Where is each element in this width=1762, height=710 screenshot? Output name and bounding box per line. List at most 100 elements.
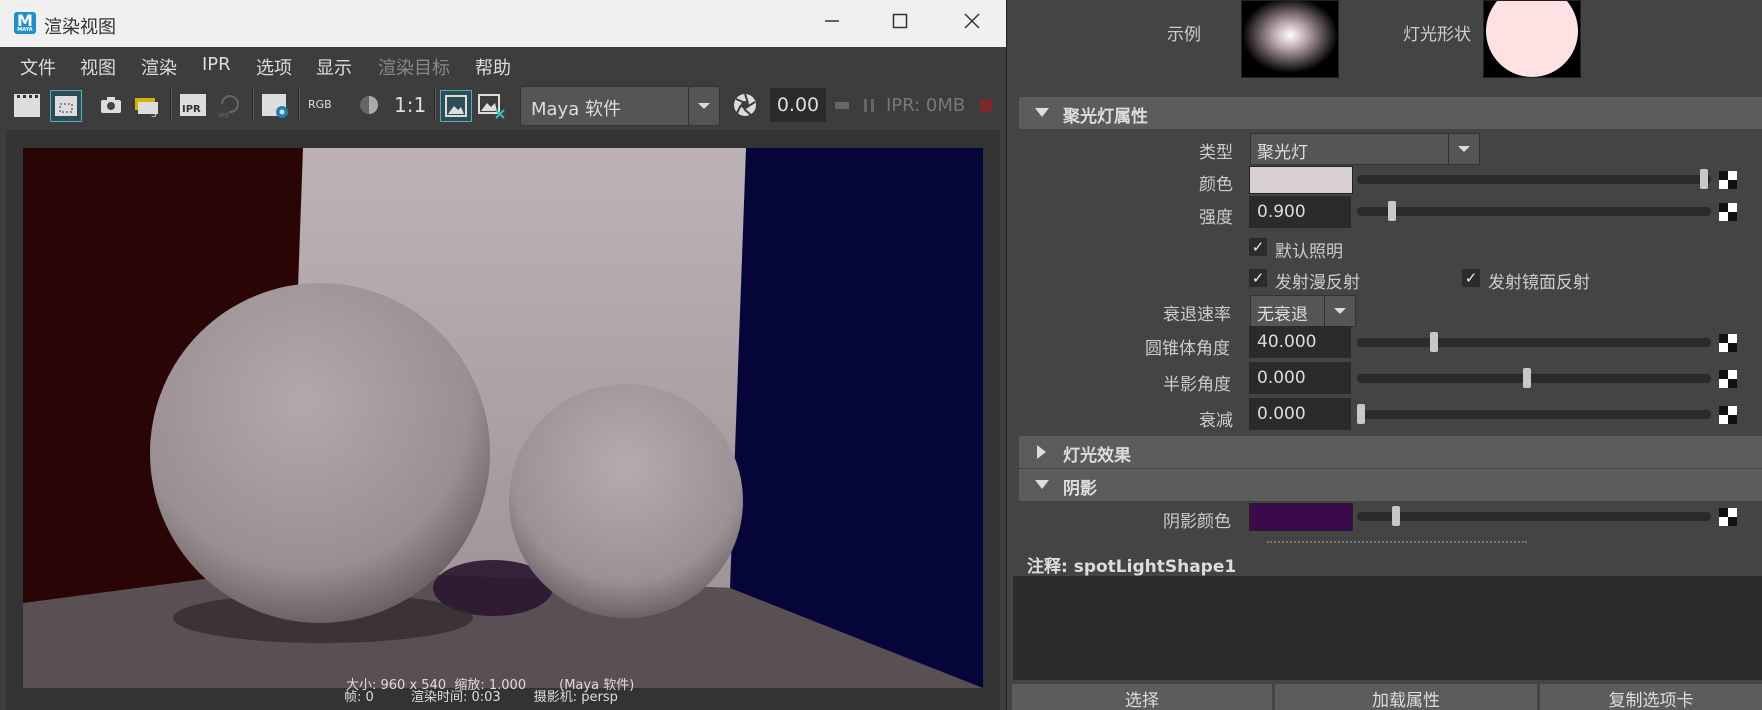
cone-angle-field[interactable]: 40.000 bbox=[1249, 326, 1351, 358]
penumbra-angle-slider[interactable] bbox=[1357, 368, 1711, 388]
close-icon bbox=[964, 13, 980, 29]
shadow-color-label: 阴影颜色 bbox=[1163, 512, 1231, 532]
slider-handle[interactable] bbox=[1357, 404, 1365, 424]
close-button[interactable] bbox=[952, 6, 992, 40]
alpha-channel-icon[interactable] bbox=[354, 90, 384, 120]
toolbar-separator bbox=[252, 88, 254, 122]
menu-options[interactable]: 选项 bbox=[256, 54, 292, 80]
map-checker-icon[interactable] bbox=[1719, 203, 1737, 221]
ipr-memory-label: IPR: 0MB bbox=[886, 95, 966, 116]
emit-specular-label: 发射镜面反射 bbox=[1488, 273, 1590, 293]
decay-rate-dropdown[interactable]: 无衰退 bbox=[1250, 295, 1356, 327]
shadows-section[interactable]: 阴影 bbox=[1019, 469, 1762, 501]
emit-diffuse-checkbox[interactable]: ✓ bbox=[1249, 269, 1267, 287]
map-checker-icon[interactable] bbox=[1719, 171, 1737, 189]
map-checker-icon[interactable] bbox=[1719, 334, 1737, 352]
slider-handle[interactable] bbox=[1700, 169, 1708, 189]
toolbar-separator bbox=[170, 88, 172, 122]
shadow-color-swatch[interactable] bbox=[1249, 503, 1353, 531]
window-title: 渲染视图 bbox=[44, 17, 116, 38]
snapshot-camera-icon[interactable] bbox=[96, 90, 126, 120]
render-toolbar: S IPR IPR RGB 1:1 Maya 软件 0.00 IPR: 0MB bbox=[6, 84, 1000, 126]
remove-image-icon[interactable] bbox=[476, 90, 506, 120]
real-size-button[interactable]: 1:1 bbox=[394, 90, 430, 120]
section-title: 灯光效果 bbox=[1063, 446, 1131, 466]
light-color-swatch[interactable] bbox=[1249, 166, 1353, 194]
copy-tab-button[interactable]: 复制选项卡 bbox=[1540, 684, 1762, 710]
light-effects-section[interactable]: 灯光效果 bbox=[1019, 436, 1762, 468]
svg-text:S: S bbox=[151, 110, 157, 120]
menu-view[interactable]: 视图 bbox=[80, 54, 116, 80]
slider-handle[interactable] bbox=[1430, 332, 1438, 352]
load-attributes-button[interactable]: 加载属性 bbox=[1275, 684, 1537, 710]
menu-help[interactable]: 帮助 bbox=[475, 54, 511, 80]
slider-handle[interactable] bbox=[1388, 201, 1396, 221]
map-checker-icon[interactable] bbox=[1719, 508, 1737, 526]
color-slider[interactable] bbox=[1357, 169, 1711, 189]
penumbra-angle-field[interactable]: 0.000 bbox=[1249, 362, 1351, 394]
color-label: 颜色 bbox=[1199, 175, 1233, 195]
large-sphere bbox=[150, 283, 490, 623]
redo-render-icon[interactable] bbox=[12, 90, 42, 120]
rgb-channel-icon[interactable]: RGB bbox=[308, 90, 338, 120]
exposure-field[interactable]: 0.00 bbox=[770, 88, 826, 122]
penumbra-angle-label: 半影角度 bbox=[1163, 375, 1231, 395]
chevron-down-icon bbox=[1324, 296, 1355, 326]
dropoff-field[interactable]: 0.000 bbox=[1249, 398, 1351, 430]
notes-textarea[interactable] bbox=[1013, 576, 1762, 680]
chevron-down-icon bbox=[1448, 134, 1479, 164]
type-label: 类型 bbox=[1199, 143, 1233, 163]
slider-handle[interactable] bbox=[1523, 368, 1531, 388]
keep-image-icon[interactable] bbox=[440, 90, 472, 122]
ratio-label: 1:1 bbox=[394, 93, 427, 117]
default-lighting-label: 默认照明 bbox=[1275, 242, 1343, 262]
dropoff-slider[interactable] bbox=[1357, 404, 1711, 424]
refresh-ipr-icon: IPR bbox=[214, 90, 244, 120]
emit-specular-checkbox[interactable]: ✓ bbox=[1462, 269, 1480, 287]
title-bar[interactable]: M MAYA 渲染视图 bbox=[0, 0, 1006, 47]
intensity-slider[interactable] bbox=[1357, 201, 1711, 221]
render-settings-icon[interactable] bbox=[260, 90, 290, 120]
menu-ipr[interactable]: IPR bbox=[202, 54, 231, 75]
triangle-down-icon bbox=[1035, 108, 1049, 117]
renderer-dropdown[interactable]: Maya 软件 bbox=[520, 86, 720, 126]
toolbar-separator bbox=[298, 88, 300, 122]
rgb-channel-label: RGB bbox=[308, 98, 332, 111]
maximize-button[interactable] bbox=[880, 6, 920, 40]
render-region-icon[interactable] bbox=[50, 90, 82, 122]
svg-text:IPR: IPR bbox=[182, 104, 201, 115]
shadow-color-slider[interactable] bbox=[1357, 506, 1711, 526]
decay-rate-value: 无衰退 bbox=[1257, 305, 1308, 325]
menu-render[interactable]: 渲染 bbox=[141, 54, 177, 80]
cone-angle-slider[interactable] bbox=[1357, 332, 1711, 352]
triangle-right-icon bbox=[1037, 445, 1046, 459]
spotlight-attributes-section[interactable]: 聚光灯属性 bbox=[1019, 97, 1762, 129]
minimize-icon bbox=[825, 20, 839, 22]
map-checker-icon[interactable] bbox=[1719, 406, 1737, 424]
menu-file[interactable]: 文件 bbox=[20, 54, 56, 80]
cone-angle-label: 圆锥体角度 bbox=[1145, 339, 1230, 359]
section-title: 聚光灯属性 bbox=[1063, 107, 1148, 127]
toolbar-separator bbox=[434, 88, 436, 122]
default-lighting-checkbox[interactable]: ✓ bbox=[1249, 238, 1267, 256]
ipr-render-icon[interactable]: IPR bbox=[178, 90, 208, 120]
maya-app-icon: M MAYA bbox=[14, 12, 36, 34]
map-checker-icon[interactable] bbox=[1719, 370, 1737, 388]
intensity-field[interactable]: 0.900 bbox=[1249, 196, 1351, 228]
render-view-window: M MAYA 渲染视图 文件 视图 渲染 IPR 选项 显示 渲染目标 帮助 S… bbox=[0, 0, 1007, 710]
example-label: 示例 bbox=[1167, 25, 1201, 45]
slider-handle[interactable] bbox=[1392, 506, 1400, 526]
menu-bar: 文件 视图 渲染 IPR 选项 显示 渲染目标 帮助 bbox=[6, 50, 1000, 80]
minimize-button[interactable] bbox=[812, 6, 852, 40]
aperture-icon[interactable] bbox=[730, 90, 760, 120]
triangle-down-icon bbox=[1035, 480, 1049, 489]
light-type-dropdown[interactable]: 聚光灯 bbox=[1250, 133, 1480, 165]
select-button[interactable]: 选择 bbox=[1012, 684, 1272, 710]
resize-divider[interactable] bbox=[1267, 541, 1527, 543]
emit-diffuse-label: 发射漫反射 bbox=[1275, 273, 1360, 293]
render-viewport[interactable]: 大小: 960 x 540 缩放: 1.000 (Maya 软件) 帧: 0 渲… bbox=[6, 130, 1000, 710]
light-type-value: 聚光灯 bbox=[1257, 143, 1308, 163]
light-shape-swatch bbox=[1483, 0, 1581, 78]
render-sequence-icon[interactable]: S bbox=[132, 90, 162, 120]
menu-display[interactable]: 显示 bbox=[316, 54, 352, 80]
